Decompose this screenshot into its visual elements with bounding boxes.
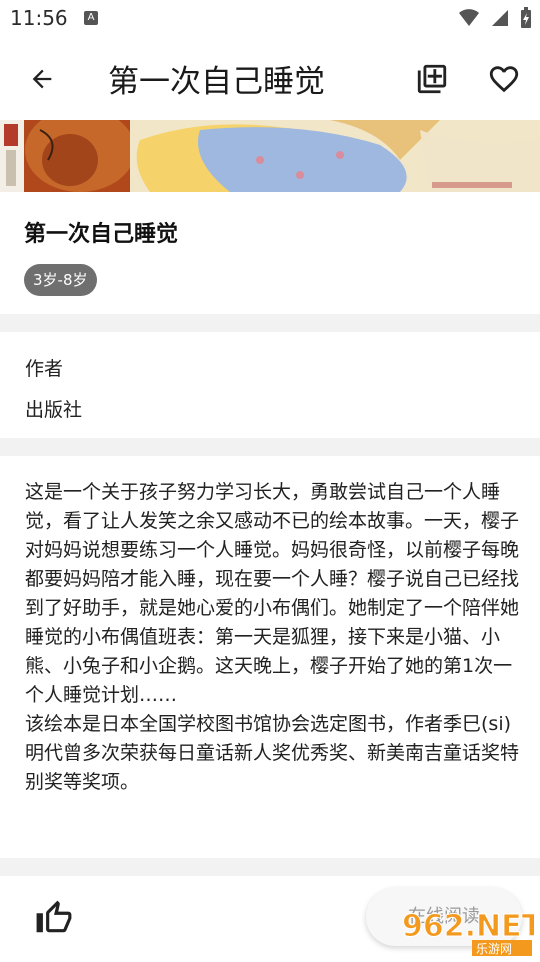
signal-icon	[490, 8, 510, 32]
author-label: 作者	[25, 358, 64, 380]
status-bar: 11:56 A	[0, 0, 540, 38]
book-title: 第一次自己睡觉	[24, 222, 179, 247]
book-description: 这是一个关于孩子努力学习长大，勇敢尝试自己一个人睡觉，看了让人发笑之余又感动不已…	[25, 481, 520, 793]
book-info-section: 第一次自己睡觉 3岁-8岁	[0, 192, 540, 314]
add-to-library-button[interactable]	[412, 59, 452, 99]
library-add-icon	[417, 64, 447, 94]
section-divider	[0, 858, 540, 876]
site-watermark-logo: 962.NET 乐游网	[400, 902, 540, 958]
age-range-badge: 3岁-8岁	[24, 264, 97, 296]
like-button[interactable]	[34, 898, 74, 938]
battery-icon	[520, 7, 532, 33]
section-divider	[0, 438, 540, 456]
favorite-button[interactable]	[484, 59, 524, 99]
app-bar: 第一次自己睡觉	[0, 38, 540, 120]
notification-icon: A	[84, 11, 98, 25]
svg-text:乐游网: 乐游网	[476, 942, 512, 956]
arrow-left-icon	[32, 69, 52, 89]
status-time: 11:56	[10, 6, 68, 30]
back-button[interactable]	[22, 59, 62, 99]
section-divider	[0, 314, 540, 332]
svg-text:962.NET: 962.NET	[402, 909, 534, 944]
description-section: 这是一个关于孩子努力学习长大，勇敢尝试自己一个人睡觉，看了让人发笑之余又感动不已…	[0, 456, 540, 856]
status-indicators	[458, 7, 532, 33]
page-title: 第一次自己睡觉	[108, 64, 325, 100]
book-meta-section: 作者 出版社	[0, 332, 540, 438]
heart-outline-icon	[489, 66, 519, 93]
wifi-icon	[458, 8, 480, 32]
thumbs-up-icon	[36, 900, 72, 933]
book-cover-image	[0, 120, 540, 192]
publisher-label: 出版社	[25, 399, 83, 421]
